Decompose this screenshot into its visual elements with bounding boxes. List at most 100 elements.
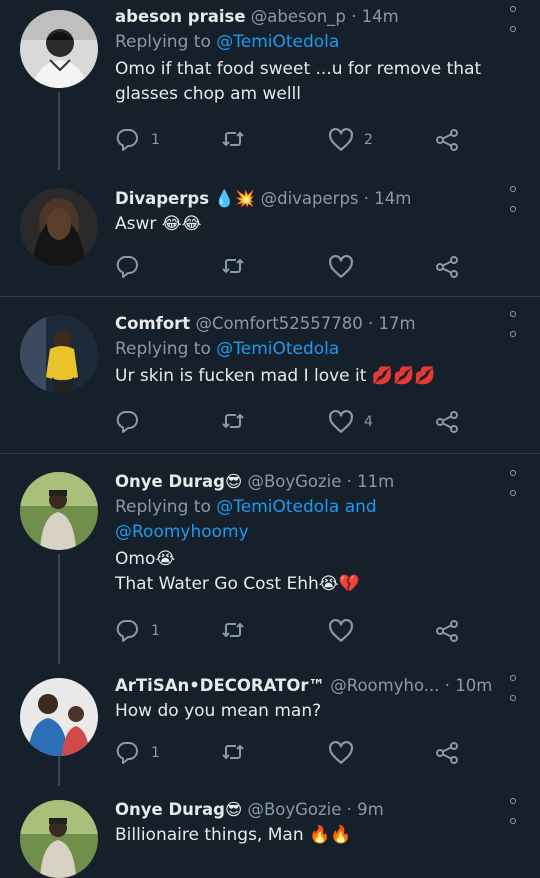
timestamp[interactable]: · 14m <box>351 7 399 26</box>
handle[interactable]: @BoyGozie <box>247 472 341 491</box>
replying-to: Replying to @TemiOtedola <box>115 30 502 55</box>
reply-button[interactable] <box>115 252 141 282</box>
tweet-actions: 1 2 <box>115 125 465 155</box>
tweet-5[interactable]: ArTiSAn•DECORATOr™ @Roomyho... · 10m How… <box>0 664 540 786</box>
handle[interactable]: @BoyGozie <box>247 800 341 819</box>
avatar-image <box>20 472 98 550</box>
tweet-text: Omo😭 That Water Go Cost Ehh😭💔 <box>115 547 502 597</box>
heart-icon <box>328 618 354 642</box>
more-options-icon[interactable] <box>506 470 520 496</box>
mention-link[interactable]: @TemiOtedola <box>216 32 339 52</box>
more-options-icon[interactable] <box>506 798 520 824</box>
more-options-icon[interactable] <box>506 6 520 32</box>
name-emoji: 😎 <box>225 472 243 491</box>
more-options-icon[interactable] <box>506 675 520 701</box>
heart-icon <box>328 409 354 433</box>
heart-icon <box>328 127 354 151</box>
share-button[interactable] <box>435 407 459 437</box>
retweet-icon <box>222 623 244 637</box>
reply-icon <box>116 742 138 764</box>
retweet-icon <box>222 414 244 428</box>
tweet-1[interactable]: abeson praise @abeson_p · 14m Replying t… <box>0 0 540 170</box>
display-name[interactable]: Onye Durag <box>115 800 225 819</box>
share-button[interactable] <box>435 125 459 155</box>
handle[interactable]: @abeson_p <box>251 7 346 26</box>
like-button[interactable]: 4 <box>328 407 373 437</box>
handle[interactable]: @Roomyho... <box>330 676 439 695</box>
display-name[interactable]: Divaperps <box>115 189 209 208</box>
avatar[interactable] <box>20 315 98 393</box>
display-name[interactable]: abeson praise <box>115 7 246 26</box>
timestamp[interactable]: · 17m <box>368 314 416 333</box>
reply-icon <box>116 620 138 642</box>
like-button[interactable] <box>328 738 354 768</box>
timestamp[interactable]: · 11m <box>347 472 395 491</box>
handle[interactable]: @Comfort52557780 <box>195 314 362 333</box>
more-options-icon[interactable] <box>506 311 520 337</box>
timestamp[interactable]: · 9m <box>347 800 384 819</box>
avatar[interactable] <box>20 800 98 878</box>
retweet-button[interactable] <box>220 407 246 437</box>
tweet-6[interactable]: Onye Durag😎 @BoyGozie · 9m Billionaire t… <box>0 786 540 878</box>
reply-icon <box>116 411 138 433</box>
tweet-actions: 4 <box>115 407 465 437</box>
retweet-icon <box>222 745 244 759</box>
reply-button[interactable]: 1 <box>115 738 160 768</box>
avatar[interactable] <box>20 472 98 550</box>
mention-link[interactable]: @TemiOtedola <box>216 339 339 359</box>
tweet-text: Billionaire things, Man 🔥🔥 <box>115 825 352 845</box>
tweet-header: abeson praise @abeson_p · 14m <box>115 6 502 28</box>
display-name[interactable]: Onye Durag <box>115 472 225 491</box>
replying-prefix: Replying to <box>115 32 211 52</box>
share-button[interactable] <box>435 738 459 768</box>
reply-count: 1 <box>151 745 160 761</box>
avatar[interactable] <box>20 678 98 756</box>
retweet-button[interactable] <box>220 616 246 646</box>
thread-line <box>58 756 60 786</box>
reply-button[interactable]: 1 <box>115 616 160 646</box>
tweet-4[interactable]: Onye Durag😎 @BoyGozie · 11m Replying to … <box>0 454 540 664</box>
name-emoji: 😎 <box>225 800 243 819</box>
retweet-button[interactable] <box>220 738 246 768</box>
replying-prefix: Replying to <box>115 497 211 517</box>
tweet-actions: 1 <box>115 616 465 646</box>
timestamp[interactable]: · 10m <box>445 676 493 695</box>
handle[interactable]: @divaperps <box>261 189 359 208</box>
display-name[interactable]: ArTiSAn•DECORATOr™ <box>115 676 325 695</box>
like-button[interactable]: 2 <box>328 125 373 155</box>
retweet-button[interactable] <box>220 125 246 155</box>
mention-link-2[interactable]: @Roomyhoomy <box>115 522 249 542</box>
retweet-icon <box>222 259 244 273</box>
like-button[interactable] <box>328 252 354 282</box>
share-button[interactable] <box>435 252 459 282</box>
share-icon <box>436 411 458 433</box>
more-options-icon[interactable] <box>506 186 520 212</box>
tweet-header: Divaperps 💧💥 @divaperps · 14m <box>115 188 502 210</box>
reply-count: 1 <box>151 623 160 639</box>
display-name[interactable]: Comfort <box>115 314 190 333</box>
replying-to: Replying to @TemiOtedola <box>115 337 502 362</box>
avatar-image <box>20 188 98 266</box>
tweet-3[interactable]: Comfort @Comfort52557780 · 17m Replying … <box>0 297 540 453</box>
share-button[interactable] <box>435 616 459 646</box>
tweet-actions: 1 <box>115 738 465 768</box>
heart-icon <box>328 740 354 764</box>
avatar[interactable] <box>20 188 98 266</box>
avatar[interactable] <box>20 10 98 88</box>
tweet-2[interactable]: Divaperps 💧💥 @divaperps · 14m Aswr 😂😂 <box>0 170 540 296</box>
like-button[interactable] <box>328 616 354 646</box>
reply-button[interactable] <box>115 407 141 437</box>
retweet-icon <box>222 132 244 146</box>
avatar-image <box>20 800 98 878</box>
tweet-text: Ur skin is fucken mad I love it 💋💋💋 <box>115 366 436 386</box>
mention-link[interactable]: @TemiOtedola and <box>216 497 376 517</box>
thread-line <box>58 554 60 664</box>
tweet-text: Aswr 😂😂 <box>115 214 202 234</box>
retweet-button[interactable] <box>220 252 246 282</box>
replying-prefix: Replying to <box>115 339 211 359</box>
reply-button[interactable]: 1 <box>115 125 160 155</box>
like-count: 2 <box>364 132 373 148</box>
share-icon <box>436 620 458 642</box>
timestamp[interactable]: · 14m <box>364 189 412 208</box>
tweet-text: How do you mean man? <box>115 701 322 721</box>
